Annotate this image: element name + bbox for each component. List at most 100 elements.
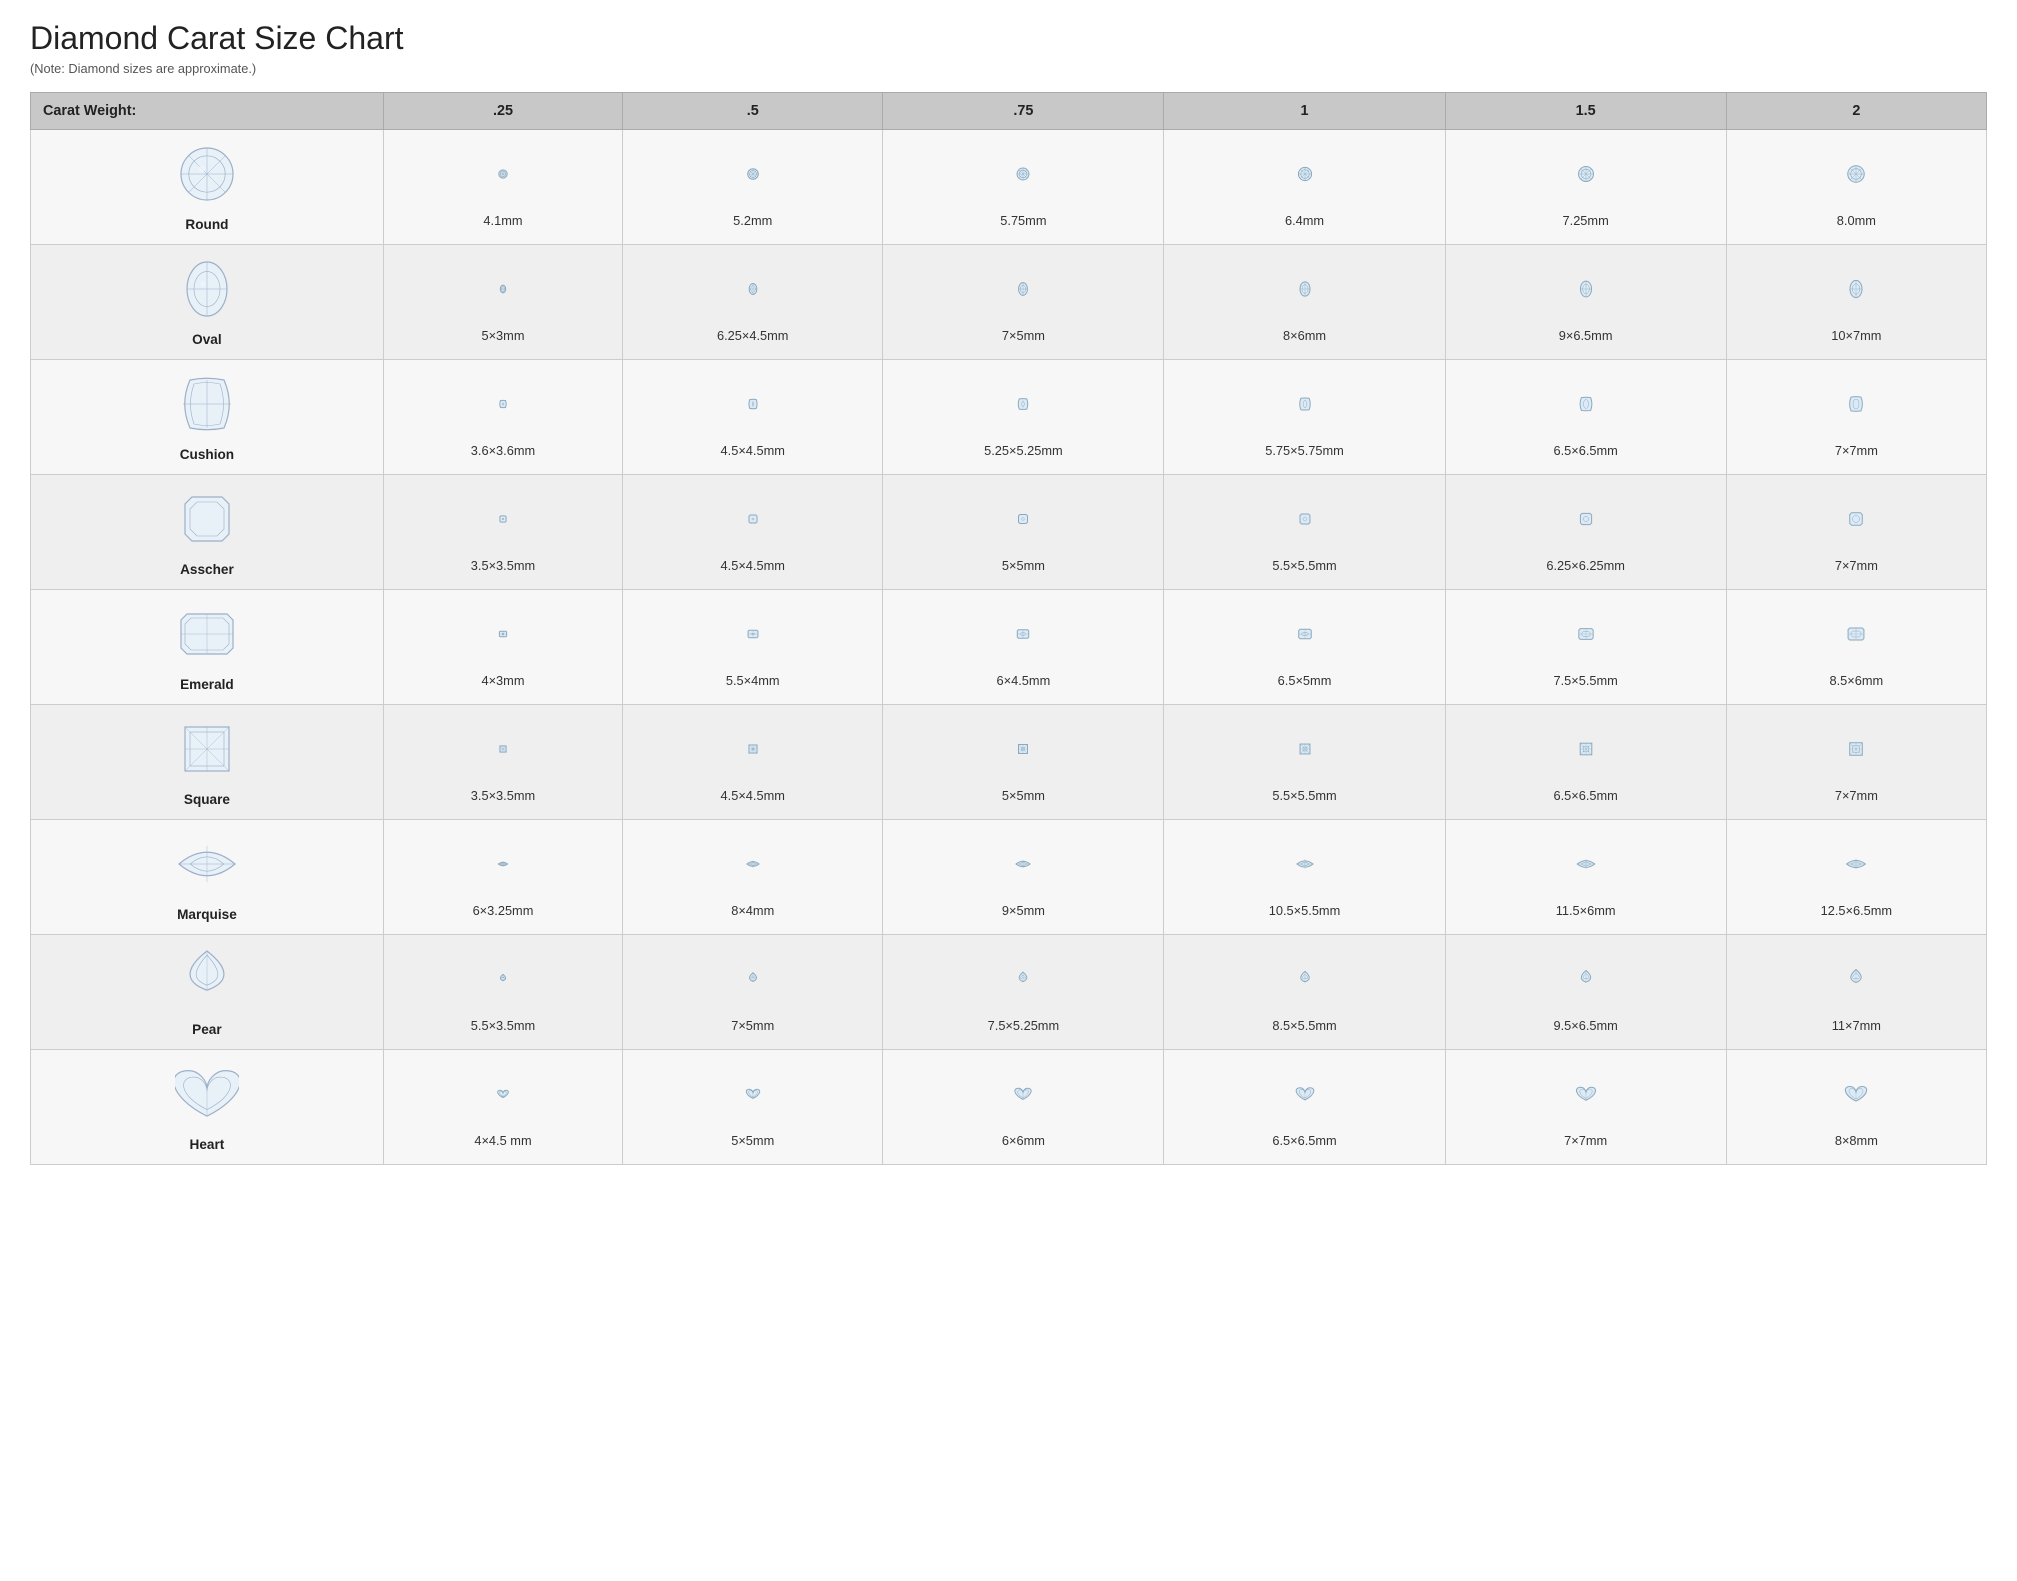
size-cell: 4.1mm (383, 130, 622, 245)
size-icon (475, 721, 531, 782)
size-icon (725, 146, 781, 207)
size-icon (1277, 376, 1333, 437)
size-text: 12.5×6.5mm (1821, 903, 1893, 918)
size-icon (475, 836, 531, 897)
size-icon (1828, 376, 1884, 437)
size-icon (1828, 1066, 1884, 1127)
size-icon (995, 836, 1051, 897)
size-icon (1558, 951, 1614, 1012)
size-icon (725, 606, 781, 667)
size-cell: 5×3mm (383, 245, 622, 360)
size-cell: 10×7mm (1726, 245, 1986, 360)
size-text: 7×5mm (731, 1018, 774, 1033)
size-cell: 4.5×4.5mm (623, 475, 883, 590)
size-text: 4.5×4.5mm (721, 443, 785, 458)
table-row: Square 3.5×3.5mm (31, 705, 1987, 820)
size-text: 5.2mm (733, 213, 772, 228)
size-icon (995, 261, 1051, 322)
size-text: 8.5×6mm (1830, 673, 1884, 688)
size-cell: 8×8mm (1726, 1050, 1986, 1165)
size-text: 5×5mm (1002, 788, 1045, 803)
size-icon (725, 491, 781, 552)
header-col6: 2 (1726, 93, 1986, 130)
table-row: Round 4.1mm (31, 130, 1987, 245)
size-icon (1558, 606, 1614, 667)
size-icon (475, 146, 531, 207)
header-col0: Carat Weight: (31, 93, 384, 130)
size-text: 5.75mm (1000, 213, 1046, 228)
size-icon (725, 376, 781, 437)
size-icon (725, 836, 781, 897)
shape-icon-asscher (175, 487, 239, 556)
size-cell: 6.4mm (1164, 130, 1445, 245)
shape-cell-asscher: Asscher (31, 475, 384, 590)
size-cell: 5.2mm (623, 130, 883, 245)
shape-icon-cushion (175, 372, 239, 441)
size-cell: 7.5×5.5mm (1445, 590, 1726, 705)
size-text: 3.5×3.5mm (471, 558, 535, 573)
size-icon (1828, 491, 1884, 552)
table-row: Pear 5.5×3.5mm 7×5mm (31, 935, 1987, 1050)
size-cell: 6×6mm (883, 1050, 1164, 1165)
size-text: 5.25×5.25mm (984, 443, 1063, 458)
size-cell: 4.5×4.5mm (623, 705, 883, 820)
table-row: Oval 5×3mm 6.25×4.5mm (31, 245, 1987, 360)
header-row: Carat Weight: .25 .5 .75 1 1.5 2 (31, 93, 1987, 130)
size-icon (1277, 951, 1333, 1012)
size-text: 7×5mm (1002, 328, 1045, 343)
size-cell: 5.5×3.5mm (383, 935, 622, 1050)
size-text: 6.5×6.5mm (1272, 1133, 1336, 1148)
shape-cell-square: Square (31, 705, 384, 820)
size-cell: 8×6mm (1164, 245, 1445, 360)
shape-icon-marquise (175, 832, 239, 901)
size-icon (1828, 836, 1884, 897)
size-text: 6.5×6.5mm (1553, 788, 1617, 803)
size-text: 5.5×4mm (726, 673, 780, 688)
size-cell: 6.25×6.25mm (1445, 475, 1726, 590)
size-cell: 6×3.25mm (383, 820, 622, 935)
shape-label: Round (185, 217, 228, 232)
size-text: 8.5×5.5mm (1272, 1018, 1336, 1033)
size-text: 7.5×5.5mm (1553, 673, 1617, 688)
size-cell: 5.75mm (883, 130, 1164, 245)
shape-icon-square (175, 717, 239, 786)
size-icon (1828, 261, 1884, 322)
size-icon (475, 491, 531, 552)
size-text: 8×4mm (731, 903, 774, 918)
size-icon (995, 951, 1051, 1012)
size-icon (1277, 261, 1333, 322)
size-text: 11.5×6mm (1556, 903, 1616, 918)
shape-label: Marquise (177, 907, 237, 922)
size-cell: 5.25×5.25mm (883, 360, 1164, 475)
size-icon (1828, 721, 1884, 782)
size-text: 6.5×6.5mm (1553, 443, 1617, 458)
size-icon (995, 606, 1051, 667)
size-icon (995, 376, 1051, 437)
size-cell: 7×7mm (1726, 360, 1986, 475)
size-cell: 3.5×3.5mm (383, 475, 622, 590)
size-text: 4×3mm (481, 673, 524, 688)
size-text: 5.5×5.5mm (1272, 788, 1336, 803)
size-cell: 5×5mm (623, 1050, 883, 1165)
size-text: 8×6mm (1283, 328, 1326, 343)
shape-icon-round (175, 142, 239, 211)
header-col1: .25 (383, 93, 622, 130)
size-icon (475, 1066, 531, 1127)
size-cell: 7.5×5.25mm (883, 935, 1164, 1050)
table-row: Heart 4×4.5 mm 5×5mm (31, 1050, 1987, 1165)
size-text: 7×7mm (1835, 443, 1878, 458)
table-row: Cushion 3.6×3.6mm 4.5×4.5mm (31, 360, 1987, 475)
size-text: 5.5×3.5mm (471, 1018, 535, 1033)
shape-cell-marquise: Marquise (31, 820, 384, 935)
size-text: 3.6×3.6mm (471, 443, 535, 458)
size-cell: 6×4.5mm (883, 590, 1164, 705)
size-icon (1277, 146, 1333, 207)
size-cell: 12.5×6.5mm (1726, 820, 1986, 935)
diamond-chart: Carat Weight: .25 .5 .75 1 1.5 2 Round (30, 92, 1987, 1165)
size-text: 9.5×6.5mm (1553, 1018, 1617, 1033)
shape-icon-oval (175, 257, 239, 326)
size-cell: 11.5×6mm (1445, 820, 1726, 935)
size-text: 5×5mm (731, 1133, 774, 1148)
size-cell: 11×7mm (1726, 935, 1986, 1050)
size-cell: 4.5×4.5mm (623, 360, 883, 475)
